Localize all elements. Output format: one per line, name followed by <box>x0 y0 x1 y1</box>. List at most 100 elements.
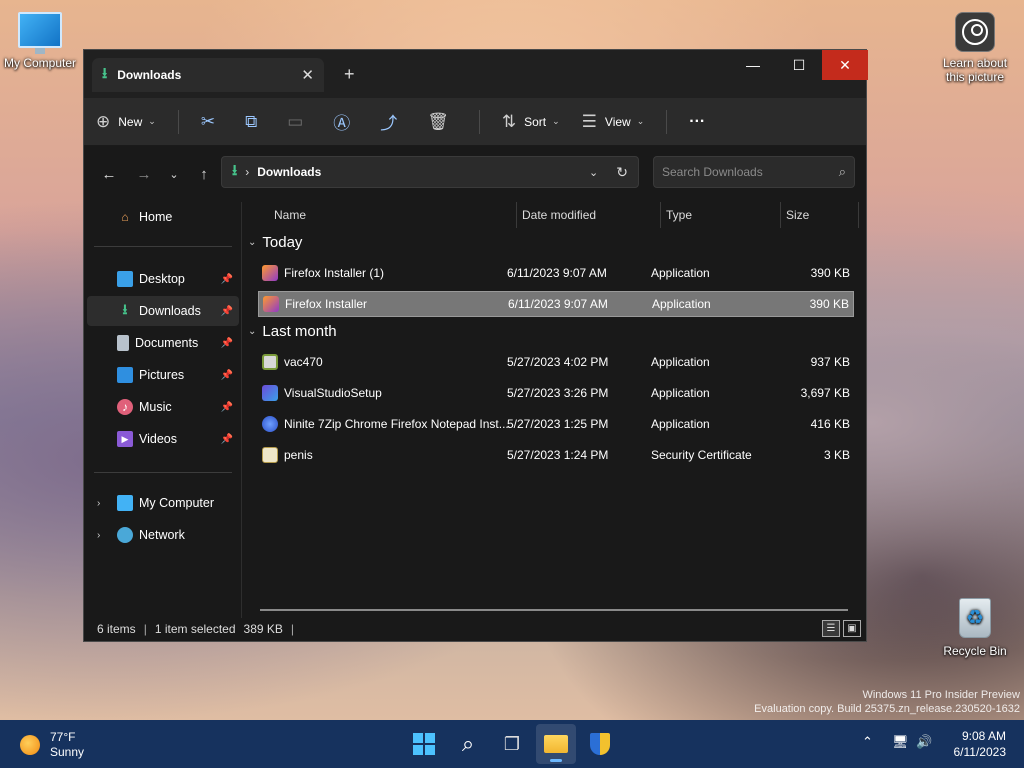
file-size: 937 KB <box>810 355 850 369</box>
file-row[interactable]: Firefox Installer (1) 6/11/2023 9:07 AM … <box>258 260 854 286</box>
pin-icon[interactable]: 📌 <box>221 306 233 317</box>
search-icon[interactable]: ⌕ <box>839 164 846 180</box>
desktop-icon-learn-about-picture[interactable]: Learn about this picture <box>935 12 1015 84</box>
file-row[interactable]: Ninite 7Zip Chrome Firefox Notepad Inst.… <box>258 411 854 437</box>
share-button[interactable]: ⤴ <box>380 109 405 134</box>
security-shield-button[interactable] <box>580 724 620 764</box>
file-row[interactable]: penis 5/27/2023 1:24 PM Security Certifi… <box>258 442 854 468</box>
close-button[interactable]: ✕ <box>822 50 868 80</box>
pictures-icon <box>117 367 133 383</box>
file-row[interactable]: vac470 5/27/2023 4:02 PM Application 937… <box>258 349 854 375</box>
copy-button[interactable]: ⧉ <box>245 112 265 132</box>
rename-button[interactable]: Ⓐ <box>333 109 358 134</box>
sidebar-item-music[interactable]: ♪ Music 📌 <box>87 392 239 422</box>
network-icon[interactable]: 🖥 <box>892 734 909 750</box>
column-divider[interactable] <box>516 202 517 228</box>
plus-circle-icon: ⊕ <box>96 111 111 131</box>
group-header-last-month[interactable]: ⌄ Last month <box>248 323 337 340</box>
status-item-count: 6 items <box>97 622 136 636</box>
status-separator: | <box>290 622 295 636</box>
horizontal-scrollbar[interactable] <box>260 609 848 611</box>
sidebar-item-pictures[interactable]: Pictures 📌 <box>87 360 239 390</box>
task-view-button[interactable]: ❐ <box>492 724 532 764</box>
file-name: Firefox Installer <box>285 297 368 311</box>
sidebar-item-documents[interactable]: Documents 📌 <box>87 328 239 358</box>
file-row-selected[interactable]: Firefox Installer 6/11/2023 9:07 AM Appl… <box>258 291 854 317</box>
desktop-icon-label: Learn about this picture <box>942 56 1008 84</box>
weather-condition: Sunny <box>50 745 85 759</box>
sidebar-item-network[interactable]: › Network <box>87 520 239 550</box>
show-hidden-icons-chevron-icon[interactable]: ⌃ <box>862 734 873 750</box>
details-view-icon[interactable]: ☰ <box>822 620 840 637</box>
delete-button[interactable]: 🗑 <box>427 112 457 132</box>
column-header-name[interactable]: Name <box>274 202 514 228</box>
weather-widget[interactable]: 77°F Sunny <box>20 730 84 760</box>
pin-icon[interactable]: 📌 <box>221 402 233 413</box>
file-explorer-button[interactable] <box>536 724 576 764</box>
forward-arrow-icon[interactable]: → <box>129 166 159 183</box>
tiles-view-icon[interactable]: ▣ <box>843 620 861 637</box>
tab-close-icon[interactable]: ✕ <box>301 66 314 84</box>
column-header-type[interactable]: Type <box>666 202 778 228</box>
column-divider[interactable] <box>660 202 661 228</box>
column-header-date-modified[interactable]: Date modified <box>522 202 658 228</box>
back-arrow-icon[interactable]: ← <box>94 166 124 183</box>
up-arrow-icon[interactable]: ↑ <box>189 166 219 183</box>
expand-chevron-icon[interactable]: › <box>97 498 100 509</box>
sidebar-item-label: My Computer <box>139 496 215 510</box>
search-button[interactable]: ⌕ <box>448 724 488 764</box>
cut-icon: ✂ <box>200 111 216 131</box>
file-date: 5/27/2023 1:25 PM <box>507 417 609 431</box>
column-divider[interactable] <box>858 202 859 228</box>
collapse-chevron-icon[interactable]: ⌄ <box>248 237 256 248</box>
title-bar: ⭳ Downloads ✕ + — ☐ ✕ <box>84 50 868 98</box>
sidebar-item-downloads[interactable]: ⭳ Downloads 📌 <box>87 296 239 326</box>
new-button[interactable]: ⊕ New ⌄ <box>96 112 156 132</box>
group-header-today[interactable]: ⌄ Today <box>248 234 302 251</box>
column-divider[interactable] <box>780 202 781 228</box>
toolbar-separator <box>478 109 480 134</box>
sidebar-item-home[interactable]: ⌂ Home <box>87 202 239 232</box>
new-tab-button[interactable]: + <box>344 64 355 85</box>
sort-button[interactable]: ⇅ Sort ⌄ <box>502 112 560 132</box>
refresh-icon[interactable]: ↻ <box>616 164 628 181</box>
desktop-icon-recycle-bin[interactable]: ♻ Recycle Bin <box>935 598 1015 658</box>
search-icon: ⌕ <box>461 731 475 756</box>
maximize-button[interactable]: ☐ <box>776 50 822 80</box>
more-options-button[interactable]: ··· <box>689 113 705 131</box>
file-row[interactable]: VisualStudioSetup 5/27/2023 3:26 PM Appl… <box>258 380 854 406</box>
sidebar-item-desktop[interactable]: Desktop 📌 <box>87 264 239 294</box>
expand-chevron-icon[interactable]: › <box>97 530 100 541</box>
minimize-button[interactable]: — <box>730 50 776 80</box>
volume-icon[interactable]: 🔊 <box>916 734 932 750</box>
collapse-chevron-icon[interactable]: ⌄ <box>248 326 256 337</box>
pin-icon[interactable]: 📌 <box>221 274 233 285</box>
sidebar-item-videos[interactable]: ▶ Videos 📌 <box>87 424 239 454</box>
sidebar-item-my-computer[interactable]: › My Computer <box>87 488 239 518</box>
breadcrumb-chevron-icon[interactable]: › <box>245 165 249 179</box>
recent-locations-chevron-icon[interactable]: ⌄ <box>159 168 189 181</box>
sidebar-item-label: Documents <box>135 336 199 350</box>
address-bar[interactable]: ⭳ › Downloads ⌄ ↻ <box>221 156 639 188</box>
cut-button[interactable]: ✂ <box>201 112 223 132</box>
start-button[interactable] <box>404 724 444 764</box>
address-dropdown-icon[interactable]: ⌄ <box>589 166 598 179</box>
firefox-installer-icon <box>263 296 279 312</box>
view-button[interactable]: ☰ View ⌄ <box>582 112 645 132</box>
paste-button[interactable]: ▭ <box>287 112 311 132</box>
desktop-icon-my-computer[interactable]: My Computer <box>0 12 80 70</box>
column-header-size[interactable]: Size <box>786 202 856 228</box>
watermark-line-2: Evaluation copy. Build 25375.zn_release.… <box>754 703 1020 715</box>
system-clock[interactable]: 9:08 AM 6/11/2023 <box>954 728 1007 760</box>
file-date: 5/27/2023 1:24 PM <box>507 448 609 462</box>
file-type: Application <box>651 355 710 369</box>
file-list: Name Date modified Type Size ⌄ Today Fir… <box>244 202 859 618</box>
pin-icon[interactable]: 📌 <box>221 370 233 381</box>
pin-icon[interactable]: 📌 <box>221 434 233 445</box>
pin-icon[interactable]: 📌 <box>221 338 233 349</box>
search-box[interactable]: ⌕ <box>653 156 855 188</box>
search-input[interactable] <box>662 165 839 179</box>
clock-time: 9:08 AM <box>961 729 1006 743</box>
tab-downloads[interactable]: ⭳ Downloads ✕ <box>92 58 324 92</box>
breadcrumb-downloads[interactable]: Downloads <box>257 165 589 179</box>
